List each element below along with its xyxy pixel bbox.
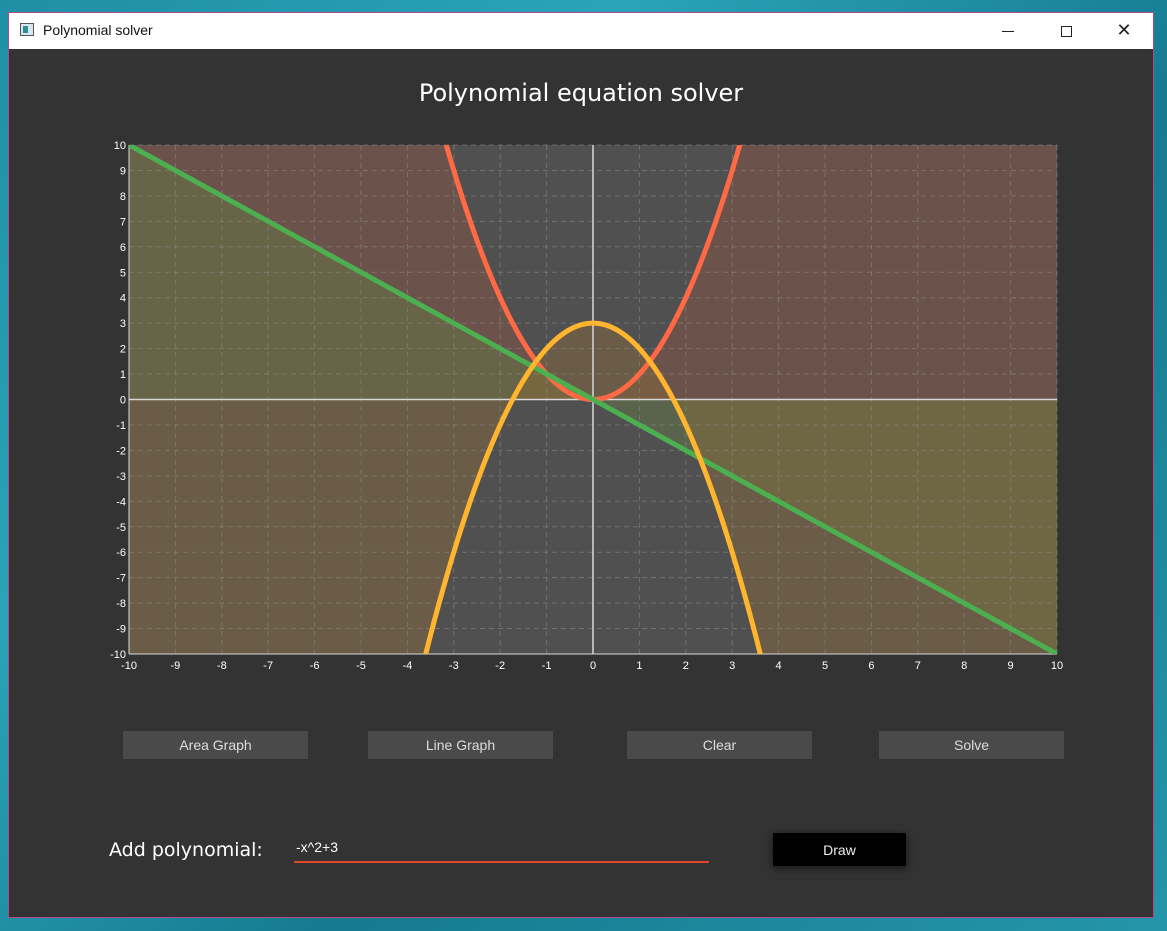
x-tick-label: 6	[868, 660, 874, 672]
x-tick-label: -5	[356, 660, 366, 672]
y-tick-label: 8	[120, 191, 126, 203]
window-title: Polynomial solver	[43, 22, 153, 38]
y-tick-label: 4	[120, 293, 126, 305]
y-tick-label: 5	[120, 267, 126, 279]
y-tick-label: 3	[120, 318, 126, 330]
close-icon: ✕	[1116, 20, 1132, 41]
y-tick-label: 9	[120, 165, 126, 177]
maximize-icon	[1060, 25, 1072, 37]
y-tick-label: -4	[116, 496, 126, 508]
polynomial-input[interactable]	[294, 833, 709, 863]
y-tick-label: -10	[110, 649, 126, 661]
x-tick-label: 3	[729, 660, 735, 672]
app-window-icon	[20, 23, 34, 36]
x-tick-label: -6	[310, 660, 320, 672]
x-tick-label: -4	[403, 660, 413, 672]
y-tick-label: 7	[120, 216, 126, 228]
x-tick-label: -10	[121, 660, 137, 672]
x-tick-label: 8	[961, 660, 967, 672]
x-tick-label: 0	[590, 660, 596, 672]
y-tick-label: 10	[114, 140, 126, 152]
minimize-icon	[1002, 30, 1014, 32]
y-tick-label: -9	[116, 624, 126, 636]
y-tick-label: -3	[116, 471, 126, 483]
x-tick-label: -3	[449, 660, 459, 672]
app-window: Polynomial solver ✕ Polynomial equation …	[8, 12, 1154, 918]
maximize-button[interactable]	[1037, 13, 1095, 49]
x-tick-label: 2	[683, 660, 689, 672]
y-tick-label: -8	[116, 598, 126, 610]
x-tick-label: -1	[542, 660, 552, 672]
y-tick-label: 0	[120, 395, 126, 407]
x-tick-label: 9	[1008, 660, 1014, 672]
x-tick-label: 4	[776, 660, 782, 672]
close-button[interactable]: ✕	[1095, 13, 1153, 49]
area-graph-button[interactable]: Area Graph	[123, 731, 308, 759]
x-tick-label: -8	[217, 660, 227, 672]
y-tick-label: -2	[116, 445, 126, 457]
y-tick-label: 1	[120, 369, 126, 381]
solve-button[interactable]: Solve	[879, 731, 1064, 759]
x-tick-label: 10	[1051, 660, 1063, 672]
page-title: Polynomial equation solver	[418, 79, 744, 107]
title-bar[interactable]: Polynomial solver ✕	[9, 13, 1153, 49]
minimize-button[interactable]	[979, 13, 1037, 49]
x-tick-label: -9	[171, 660, 181, 672]
polynomial-chart[interactable]: -10 -9 -8 -7 -6 -5 -4 -3 -2 -1 0 1 2 3 4 5 6 7 8 9 10-10-9-8…	[109, 138, 1069, 678]
clear-button[interactable]: Clear	[627, 731, 812, 759]
x-tick-label: 7	[915, 660, 921, 672]
y-tick-label: 6	[120, 242, 126, 254]
line-graph-button[interactable]: Line Graph	[368, 731, 553, 759]
x-tick-label: 1	[636, 660, 642, 672]
add-polynomial-label: Add polynomial:	[109, 839, 263, 861]
x-tick-label: 5	[822, 660, 828, 672]
x-tick-label: -7	[263, 660, 273, 672]
y-tick-label: -5	[116, 522, 126, 534]
x-tick-label: -2	[495, 660, 505, 672]
y-tick-label: 2	[120, 344, 126, 356]
draw-button[interactable]: Draw	[773, 833, 906, 866]
y-tick-label: -7	[116, 573, 126, 585]
y-tick-label: -1	[116, 420, 126, 432]
y-tick-label: -6	[116, 547, 126, 559]
